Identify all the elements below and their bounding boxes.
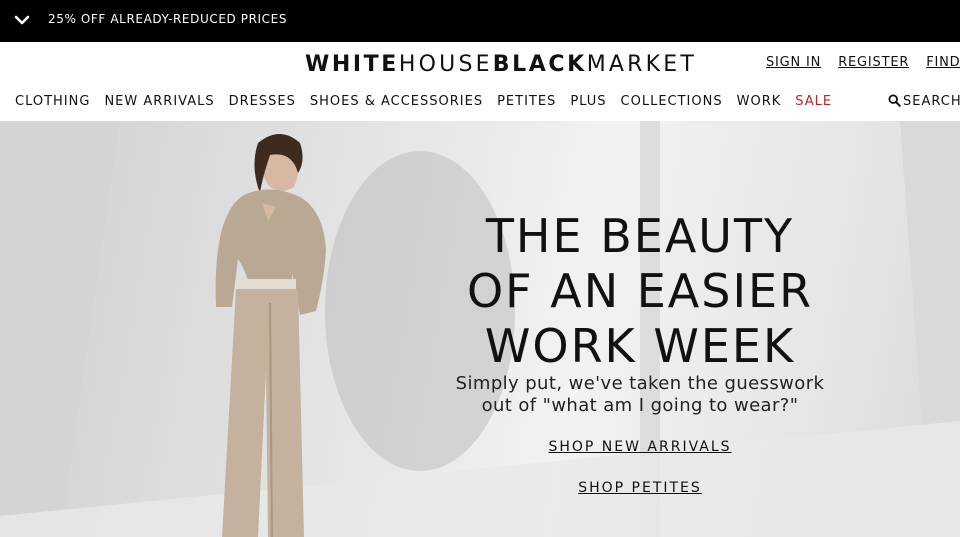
chevron-down-icon[interactable] xyxy=(14,12,30,28)
nav-collections[interactable]: COLLECTIONS xyxy=(621,94,723,109)
search-button[interactable]: SEARCH xyxy=(888,94,960,109)
account-links: SIGN IN REGISTER FIND A xyxy=(766,55,960,70)
logo-black: BLACK xyxy=(492,52,587,77)
hero-subheadline-line-2: out of "what am I going to wear?" xyxy=(481,395,799,416)
main-nav: CLOTHING NEW ARRIVALS DRESSES SHOES & ACCES… xyxy=(15,94,846,109)
site-header: WHITEHOUSEBLACKMARKET SIGN IN REGISTER FIN… xyxy=(0,42,960,121)
logo-market: MARKET xyxy=(586,52,698,77)
nav-sale[interactable]: SALE xyxy=(795,94,832,109)
search-icon xyxy=(888,94,901,107)
hero-headline: THE BEAUTY OF AN EASIER WORK WEEK xyxy=(440,209,840,374)
hero-subheadline-line-1: Simply put, we've taken the guesswork xyxy=(455,373,825,394)
shop-petites-link[interactable]: SHOP PETITES xyxy=(578,480,702,496)
hero-headline-line-1: THE BEAUTY xyxy=(485,209,795,263)
hero-banner[interactable]: THE BEAUTY OF AN EASIER WORK WEEK Simply… xyxy=(0,121,960,537)
logo-white: WHITE xyxy=(305,52,399,77)
sign-in-link[interactable]: SIGN IN xyxy=(766,55,821,70)
shop-new-arrivals-link[interactable]: SHOP NEW ARRIVALS xyxy=(548,439,731,455)
nav-plus[interactable]: PLUS xyxy=(570,94,606,109)
hero-headline-line-2: OF AN EASIER xyxy=(466,264,814,318)
search-label: SEARCH xyxy=(903,94,960,109)
promo-bar: 25% OFF ALREADY-REDUCED PRICES xyxy=(0,0,960,42)
logo-house: HOUSE xyxy=(398,52,493,77)
shop-new-arrivals-cta: SHOP NEW ARRIVALS xyxy=(440,439,840,455)
find-store-link[interactable]: FIND A xyxy=(926,55,960,70)
nav-shoes-accessories[interactable]: SHOES & ACCESSORIES xyxy=(310,94,483,109)
nav-work[interactable]: WORK xyxy=(737,94,782,109)
nav-petites[interactable]: PETITES xyxy=(497,94,556,109)
nav-clothing[interactable]: CLOTHING xyxy=(15,94,90,109)
nav-dresses[interactable]: DRESSES xyxy=(229,94,296,109)
brand-logo[interactable]: WHITEHOUSEBLACKMARKET xyxy=(305,52,697,77)
register-link[interactable]: REGISTER xyxy=(838,55,909,70)
hero-headline-line-3: WORK WEEK xyxy=(484,319,796,373)
nav-new-arrivals[interactable]: NEW ARRIVALS xyxy=(104,94,214,109)
hero-subheadline: Simply put, we've taken the guesswork ou… xyxy=(440,373,840,417)
promo-text[interactable]: 25% OFF ALREADY-REDUCED PRICES xyxy=(48,12,287,26)
shop-petites-cta: SHOP PETITES xyxy=(440,480,840,496)
